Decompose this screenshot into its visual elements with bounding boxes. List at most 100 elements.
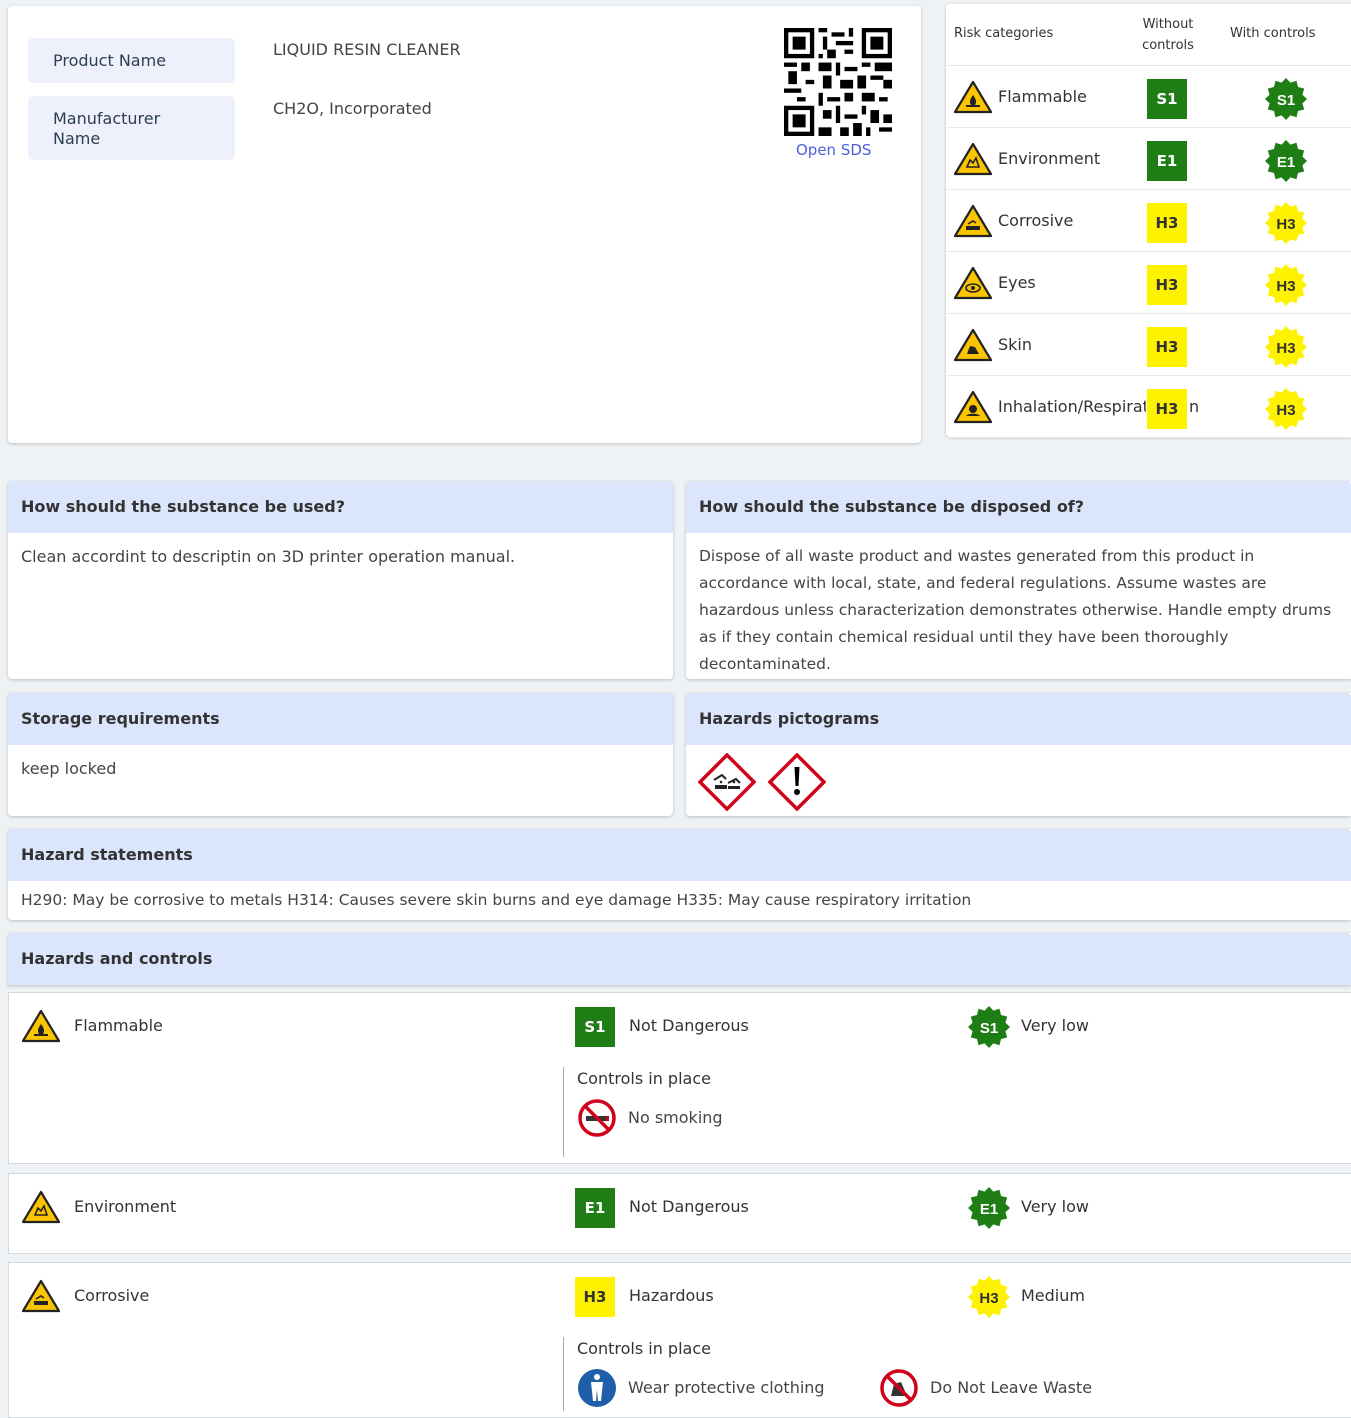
disposal-section: How should the substance be disposed of?… (686, 481, 1351, 679)
without-controls-badge: H3 (1147, 389, 1187, 429)
risk-row-eyes: Eyes H3 H3 (946, 252, 1351, 314)
svg-text:E1: E1 (980, 1201, 998, 1218)
hazard-name: Environment (74, 1197, 177, 1216)
with-controls-header: With controls (1230, 26, 1316, 41)
manufacturer-name-value: CH2O, Incorporated (273, 99, 432, 118)
control-label: Do Not Leave Waste (930, 1378, 1093, 1397)
hazard-name: Corrosive (74, 1286, 150, 1305)
environment-warning-icon (953, 142, 993, 176)
corrosive-warning-icon (21, 1279, 61, 1313)
without-controls-badge: H3 (1147, 265, 1187, 305)
without-controls-badge: H3 (1147, 203, 1187, 243)
open-sds-link[interactable]: Open SDS (796, 141, 871, 159)
storage-section: Storage requirements keep locked (8, 693, 673, 816)
controls-in-place-title: Controls in place (577, 1339, 711, 1358)
svg-text:H3: H3 (1276, 216, 1295, 233)
storage-body: keep locked (21, 759, 117, 778)
hazard-name: Flammable (74, 1016, 163, 1035)
risk-row-environment: Environment E1 E1 (946, 128, 1351, 190)
with-controls-badge: H3 (1264, 387, 1308, 431)
usage-title: How should the substance be used? (8, 481, 673, 533)
environment-warning-icon (21, 1190, 61, 1224)
control-label: Wear protective clothing (628, 1378, 825, 1397)
storage-title: Storage requirements (8, 693, 673, 745)
with-controls-badge: E1 (1264, 139, 1308, 183)
with-controls-badge: H3 (1264, 201, 1308, 245)
with-controls-level: Medium (1021, 1286, 1085, 1305)
without-controls-level: Not Dangerous (629, 1016, 749, 1035)
qr-code-icon[interactable] (784, 28, 892, 136)
flammable-warning-icon (21, 1009, 61, 1043)
risk-category-name: Corrosive (998, 211, 1074, 230)
without-controls-level: Hazardous (629, 1286, 714, 1305)
svg-text:H3: H3 (1276, 278, 1295, 295)
usage-section: How should the substance be used? Clean … (8, 481, 673, 679)
skin-warning-icon (953, 328, 993, 362)
svg-text:S1: S1 (1277, 92, 1295, 109)
risk-categories-table: Risk categories Without controls With co… (946, 4, 1351, 438)
hazards-controls-title: Hazards and controls (8, 933, 1351, 985)
risk-row-inhalation-respiration: Inhalation/RespirationH3nH3 (946, 376, 1351, 438)
without-controls-header: Without controls (1142, 17, 1194, 53)
svg-text:H3: H3 (1276, 340, 1295, 357)
with-controls-badge: H3 (1264, 263, 1308, 307)
without-controls-level: Not Dangerous (629, 1197, 749, 1216)
svg-text:S1: S1 (980, 1020, 998, 1037)
with-controls-badge: S1 (967, 1005, 1011, 1049)
with-controls-level: Very low (1021, 1016, 1089, 1035)
corrosive-warning-icon (953, 204, 993, 238)
without-controls-badge: S1 (1147, 79, 1187, 119)
with-controls-badge: H3 (967, 1275, 1011, 1319)
risk-category-name: Environment (998, 149, 1101, 168)
product-name-label: Product Name (28, 38, 235, 83)
hazard-control-row-flammable: Flammable S1 Not Dangerous S1 Very low Contro… (8, 992, 1351, 1164)
risk-categories-header: Risk categories (954, 26, 1054, 41)
without-controls-badge: H3 (1147, 327, 1187, 367)
manufacturer-name-label: Manufacturer Name (28, 96, 235, 160)
statements-body: H290: May be corrosive to metals H314: C… (21, 891, 972, 909)
controls-divider (563, 1337, 564, 1411)
risk-category-name: Eyes (998, 273, 1036, 292)
hazards-controls-header: Hazards and controls (8, 933, 1351, 985)
statements-section: Hazard statements H290: May be corrosive… (8, 829, 1351, 920)
wear-protective-clothing-icon (577, 1368, 617, 1408)
risk-row-corrosive: Corrosive H3 H3 (946, 190, 1351, 252)
flammable-warning-icon (953, 80, 993, 114)
risk-category-name: Inhalation/Respiration (998, 397, 1146, 416)
with-controls-badge: E1 (967, 1186, 1011, 1230)
without-controls-badge: E1 (1147, 141, 1187, 181)
controls-in-place-title: Controls in place (577, 1069, 711, 1088)
hazard-control-row-environment: Environment E1 Not Dangerous E1 Very low (8, 1173, 1351, 1254)
risk-table-header: Risk categories Without controls With co… (946, 4, 1351, 66)
risk-row-flammable: Flammable S1 S1 (946, 66, 1351, 128)
no-smoking-icon (577, 1098, 617, 1138)
risk-category-name-overflow: n (1189, 397, 1200, 416)
disposal-body: Dispose of all waste product and wastes … (699, 547, 1332, 673)
corrosion-pictogram-icon (698, 753, 756, 811)
do-not-leave-waste-icon (879, 1368, 919, 1408)
inhalation-warning-icon (953, 390, 993, 424)
with-controls-badge: H3 (1264, 325, 1308, 369)
hazard-control-row-corrosive: Corrosive H3 Hazardous H3 Medium Controls in … (8, 1262, 1351, 1418)
without-controls-badge: S1 (575, 1007, 615, 1047)
svg-text:E1: E1 (1277, 154, 1295, 171)
usage-body: Clean accordint to descriptin on 3D prin… (21, 547, 516, 566)
pictograms-title: Hazards pictograms (686, 693, 1351, 745)
controls-divider (563, 1067, 564, 1157)
control-label: No smoking (628, 1108, 723, 1127)
svg-text:H3: H3 (1276, 402, 1295, 419)
risk-category-name: Flammable (998, 87, 1087, 106)
exclamation-pictogram-icon (768, 753, 826, 811)
disposal-title: How should the substance be disposed of? (686, 481, 1351, 533)
without-controls-badge: H3 (575, 1277, 615, 1317)
svg-text:H3: H3 (979, 1290, 998, 1307)
product-card: Product Name Manufacturer Name LIQUID RE… (8, 6, 921, 443)
risk-row-skin: Skin H3 H3 (946, 314, 1351, 376)
without-controls-badge: E1 (575, 1188, 615, 1228)
product-name-value: LIQUID RESIN CLEANER (273, 40, 461, 59)
risk-category-name: Skin (998, 335, 1033, 354)
statements-title: Hazard statements (8, 829, 1351, 881)
with-controls-level: Very low (1021, 1197, 1089, 1216)
pictograms-section: Hazards pictograms (686, 693, 1351, 816)
eyes-warning-icon (953, 266, 993, 300)
